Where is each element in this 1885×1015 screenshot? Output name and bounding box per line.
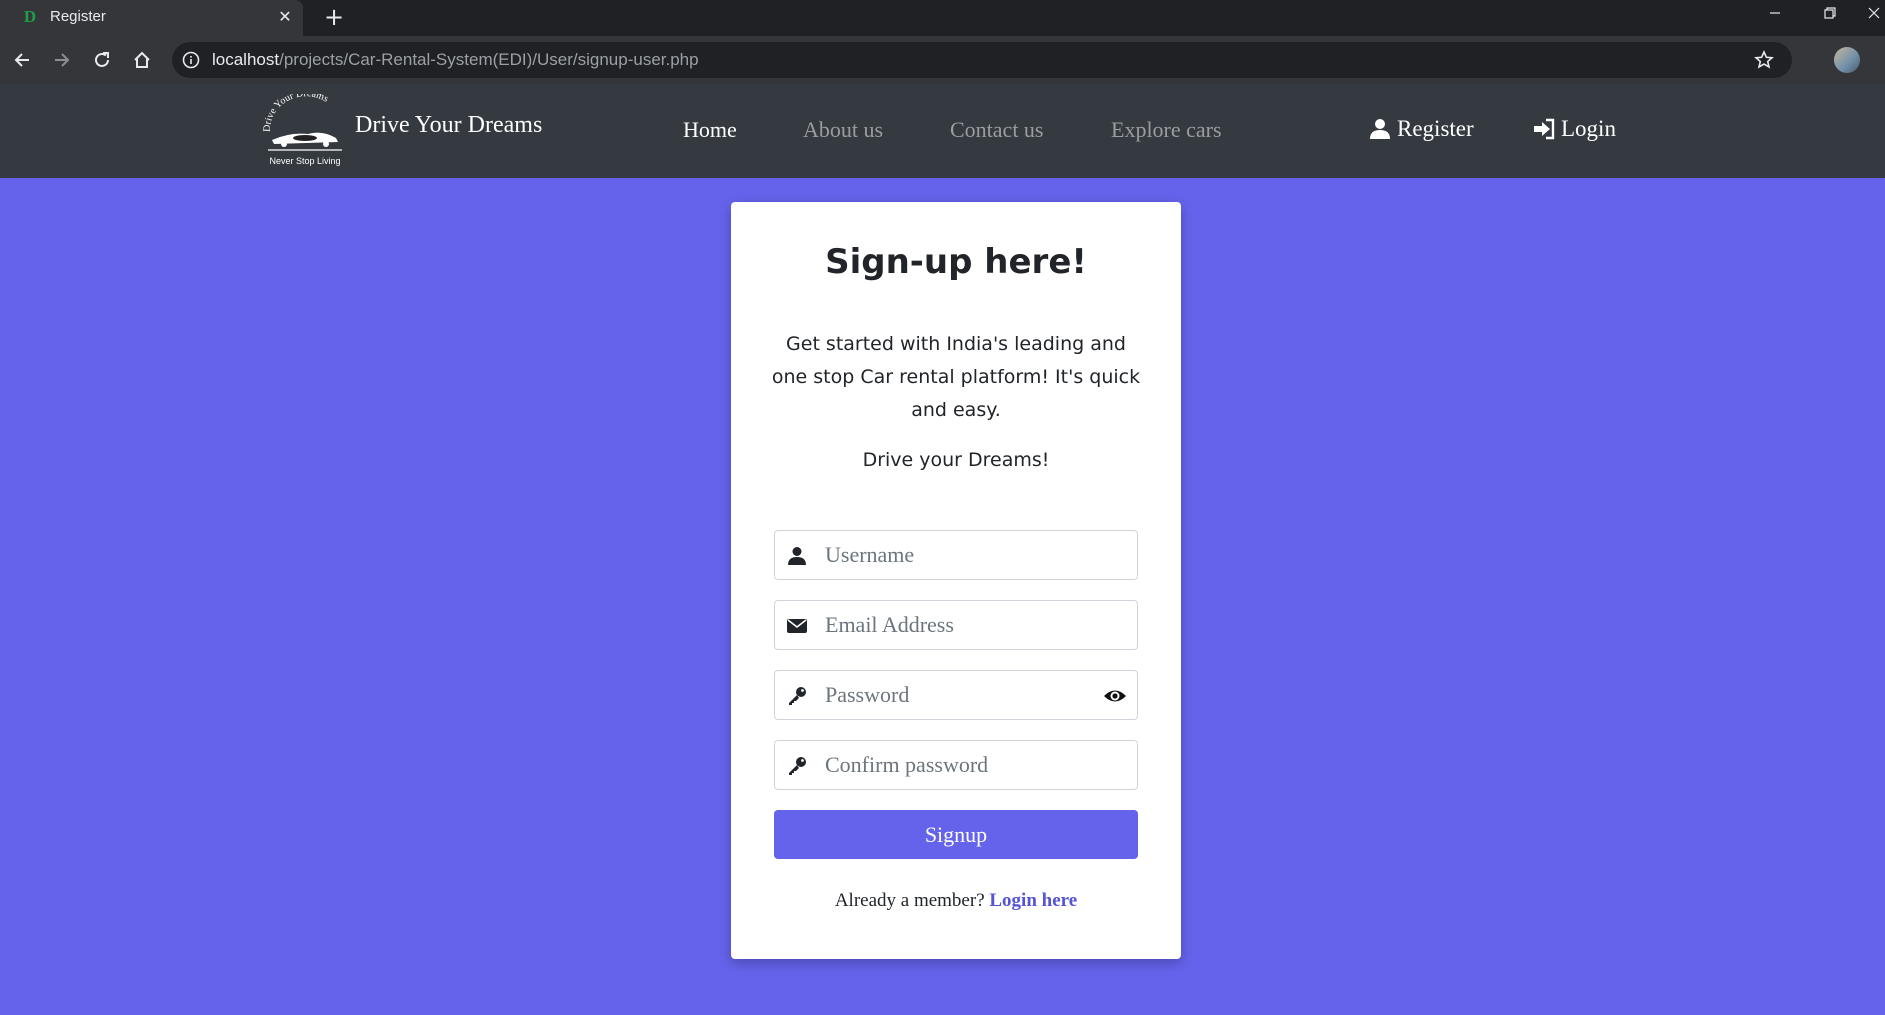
card-tagline: Drive your Dreams! — [862, 449, 1050, 471]
logo-slogan: Never Stop Living — [269, 156, 340, 166]
eye-icon[interactable] — [1103, 685, 1127, 707]
brand-name[interactable]: Drive Your Dreams — [355, 112, 542, 139]
browser-toolbar: localhost/projects/Car-Rental-System(EDI… — [0, 36, 1885, 84]
confirm-password-field — [774, 740, 1138, 790]
nav-link-about[interactable]: About us — [803, 117, 883, 143]
password-field — [774, 670, 1138, 720]
nav-link-contact[interactable]: Contact us — [950, 117, 1044, 143]
sign-in-icon — [1534, 118, 1555, 140]
minimize-icon[interactable] — [1760, 4, 1790, 28]
signup-card: Sign-up here! Get started with India's l… — [731, 202, 1181, 959]
nav-register-label: Register — [1397, 116, 1474, 141]
signup-button[interactable]: Signup — [774, 810, 1138, 859]
info-icon[interactable] — [182, 51, 200, 69]
reload-icon[interactable] — [89, 47, 115, 73]
nav-register-link[interactable]: Register — [1369, 116, 1474, 142]
site-favicon-icon: D — [23, 7, 37, 26]
url-path: /projects/Car-Rental-System(EDI)/User/si… — [279, 50, 699, 69]
back-arrow-icon[interactable] — [9, 47, 35, 73]
password-input[interactable] — [825, 679, 1075, 711]
forward-arrow-icon[interactable] — [49, 47, 75, 73]
user-icon — [788, 547, 806, 565]
tab-close-icon[interactable]: ✕ — [273, 5, 297, 29]
restore-icon[interactable] — [1815, 4, 1845, 28]
user-icon — [1370, 119, 1390, 139]
nav-login-link[interactable]: Login — [1533, 116, 1616, 142]
close-window-icon[interactable] — [1862, 4, 1885, 28]
key-icon — [789, 757, 806, 775]
confirm-password-input[interactable] — [825, 749, 1075, 781]
card-description: Get started with India's leading and one… — [771, 333, 1141, 421]
nav-link-home[interactable]: Home — [683, 117, 737, 143]
nav-link-explore-cars[interactable]: Explore cars — [1111, 117, 1222, 143]
bookmark-star-icon[interactable] — [1754, 50, 1774, 70]
brand-logo[interactable]: Drive Your Dreams Never Stop Living — [260, 94, 350, 168]
url-host: localhost — [212, 50, 280, 69]
login-here-link[interactable]: Login here — [989, 890, 1077, 911]
new-tab-button[interactable]: + — [320, 3, 348, 31]
browser-tab[interactable]: D Register ✕ — [0, 0, 303, 36]
browser-tab-bar: D Register ✕ + — [0, 0, 1885, 36]
email-field — [774, 600, 1138, 650]
username-input[interactable] — [825, 539, 1075, 571]
email-input[interactable] — [825, 609, 1075, 641]
member-text: Already a member? — [834, 890, 985, 911]
login-prompt: Already a member? Login here — [731, 890, 1181, 912]
logo-arc-text: Drive Your Dreams — [262, 94, 331, 132]
card-title: Sign-up here! — [825, 242, 1087, 282]
key-icon — [789, 687, 806, 705]
profile-avatar[interactable] — [1834, 47, 1860, 73]
tab-title: Register — [50, 8, 106, 25]
svg-text:Drive Your Dreams: Drive Your Dreams — [262, 94, 331, 132]
envelope-icon — [787, 619, 807, 633]
site-navbar: Drive Your Dreams Never Stop Living Driv… — [0, 84, 1885, 178]
home-icon[interactable] — [129, 47, 155, 73]
username-field — [774, 530, 1138, 580]
nav-login-label: Login — [1561, 116, 1616, 141]
url-text[interactable]: localhost/projects/Car-Rental-System(EDI… — [212, 50, 699, 70]
address-bar[interactable]: localhost/projects/Car-Rental-System(EDI… — [172, 42, 1792, 78]
